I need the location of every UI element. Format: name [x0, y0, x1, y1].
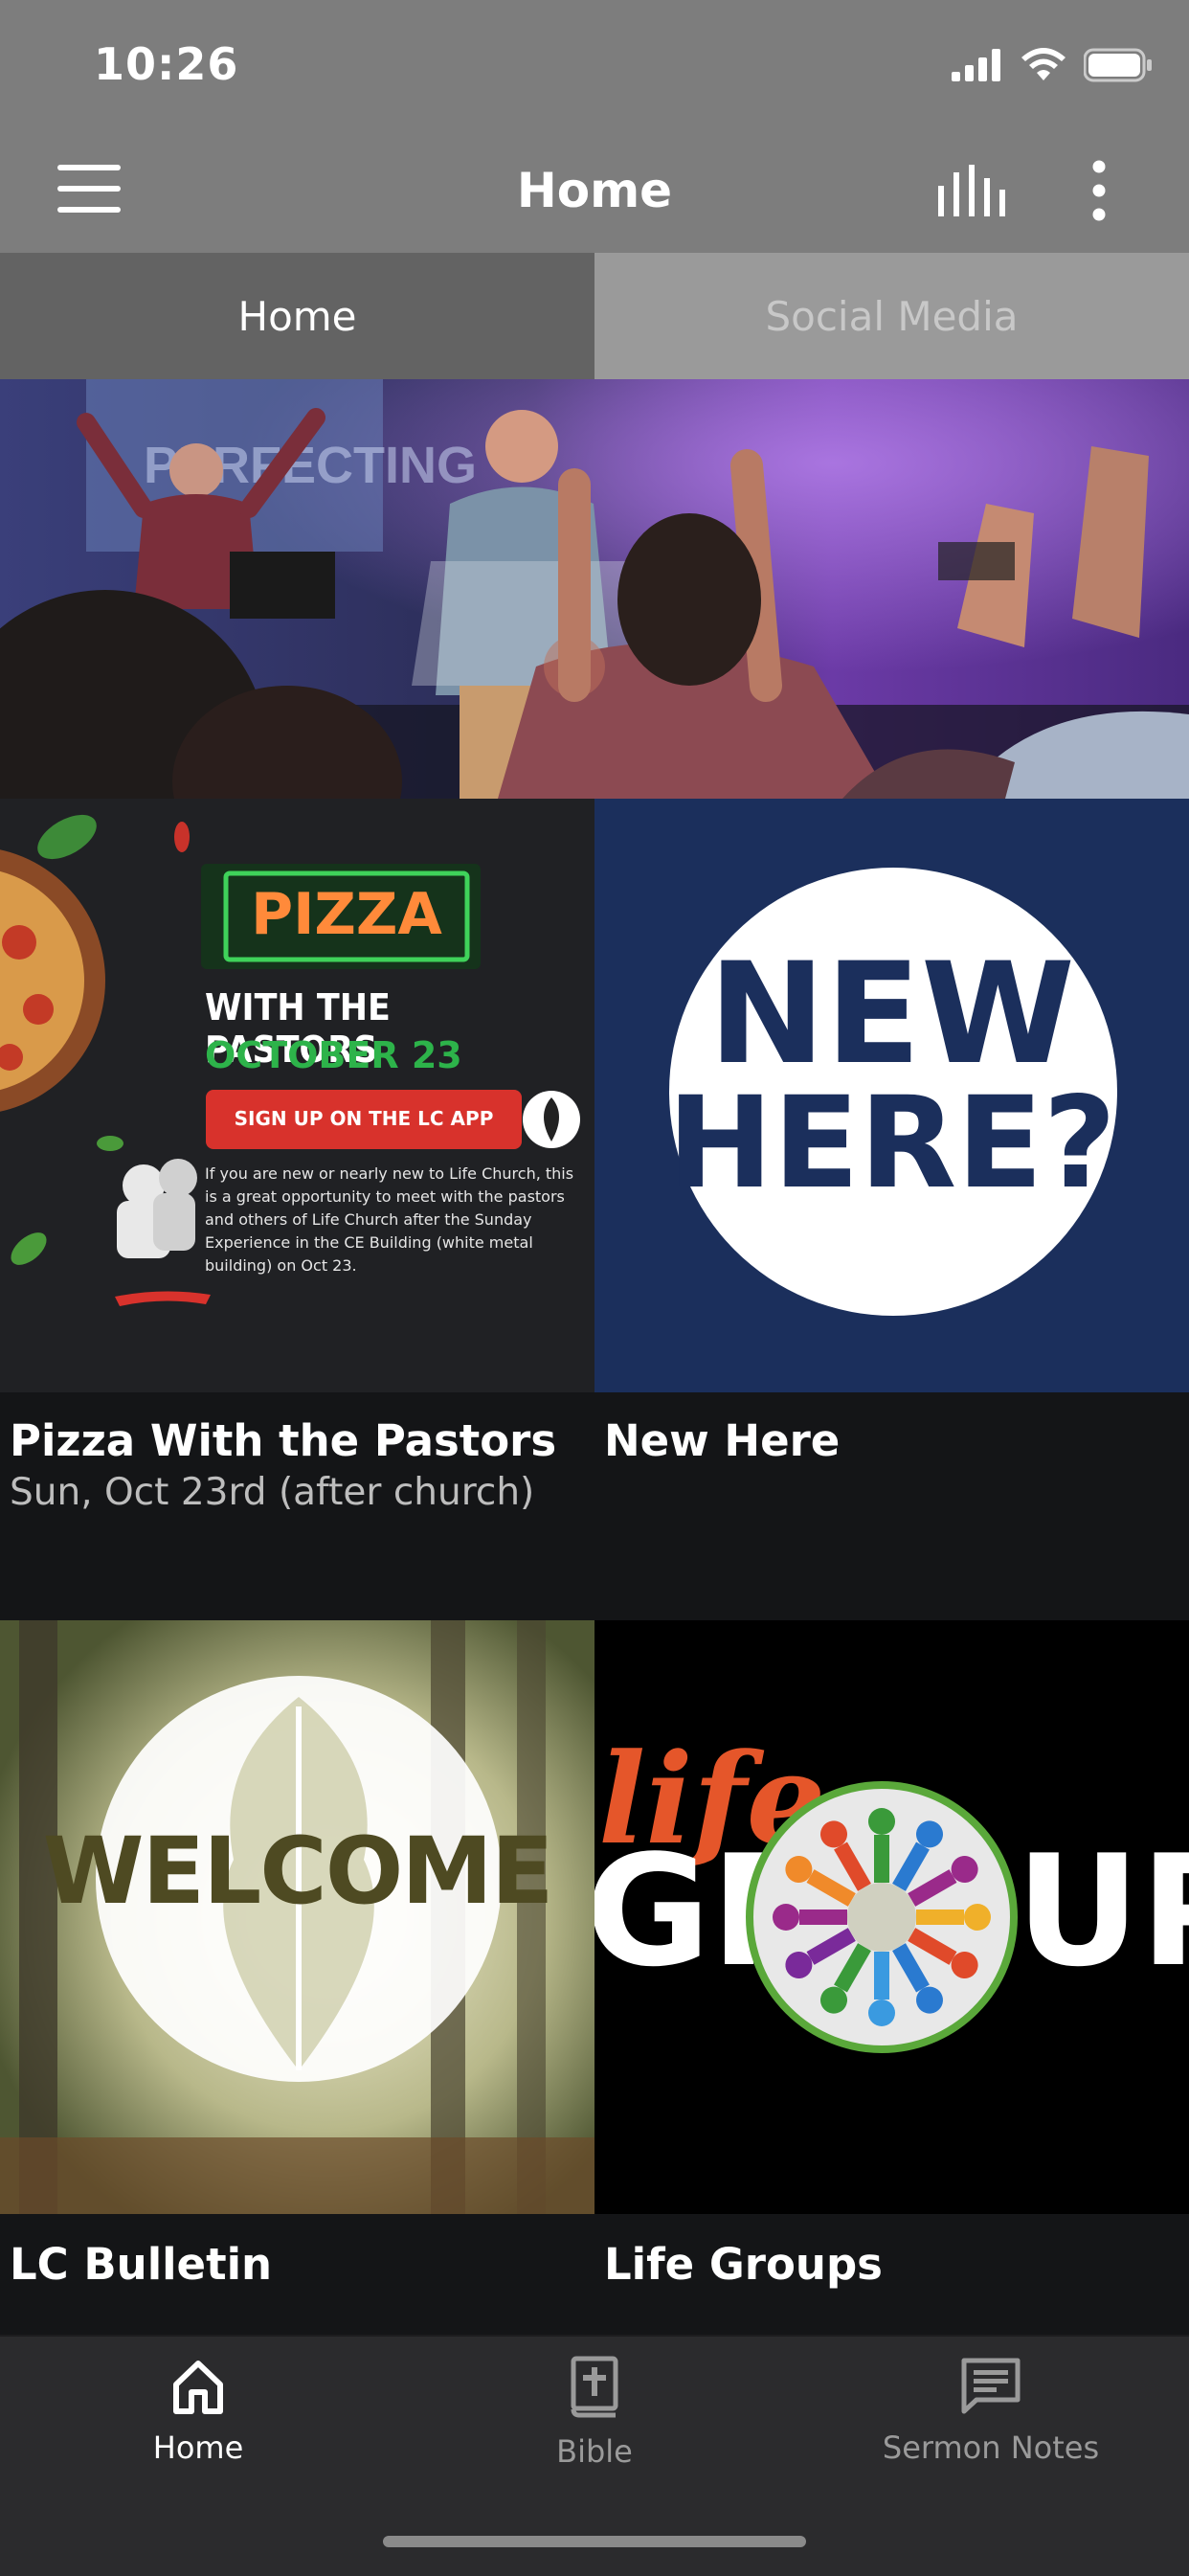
- home-icon: [173, 2361, 223, 2414]
- home-indicator[interactable]: [383, 2536, 806, 2547]
- battery-icon: [1084, 48, 1152, 82]
- new-here-image: NEW HERE?: [594, 799, 1189, 1392]
- more-options-icon[interactable]: [1082, 159, 1116, 222]
- pizza-with-pastors-card[interactable]: PIZZA WITH THE PASTORS OCTOBER 23 SIGN U…: [0, 799, 594, 1620]
- new-here-card[interactable]: NEW HERE? New Here: [594, 799, 1189, 1620]
- new-here-line2: HERE?: [666, 1070, 1117, 1217]
- worship-scene-illustration: PERFECTING: [0, 379, 1189, 799]
- status-icons: [952, 48, 1153, 82]
- status-time: 10:26: [94, 38, 239, 90]
- pizza-body-text: If you are new or nearly new to Life Chu…: [205, 1164, 574, 1275]
- lc-bulletin-title: LC Bulletin: [10, 2239, 273, 2290]
- group-text-right: UP: [1016, 1821, 1189, 2000]
- audio-bars-icon[interactable]: [936, 165, 1005, 216]
- hero-worship-image[interactable]: PERFECTING: [0, 379, 1189, 799]
- bottom-nav-home-label: Home: [152, 2429, 244, 2466]
- pizza-date: OCTOBER 23: [205, 1034, 462, 1076]
- tab-bar: Home Social Media: [0, 253, 1189, 379]
- bible-icon: [571, 2356, 618, 2418]
- pizza-subtitle: Sun, Oct 23rd (after church): [10, 1471, 535, 1514]
- notes-icon: [961, 2358, 1021, 2414]
- top-app-bar: Home: [0, 126, 1189, 253]
- life-groups-image: life GR UP: [594, 1620, 1189, 2214]
- pizza-signup-text: SIGN UP ON THE LC APP: [234, 1107, 494, 1130]
- pizza-promo-image: PIZZA WITH THE PASTORS OCTOBER 23 SIGN U…: [0, 799, 594, 1392]
- pizza-sign-text: PIZZA: [251, 881, 442, 948]
- pizza-title: Pizza With the Pastors: [10, 1415, 557, 1466]
- page-title: Home: [516, 163, 673, 218]
- welcome-text: WELCOME: [42, 1818, 554, 1925]
- bottom-nav-sermon-notes-label: Sermon Notes: [882, 2429, 1100, 2466]
- bottom-nav-bible-label: Bible: [556, 2433, 633, 2470]
- bottom-nav-bible[interactable]: Bible: [396, 2356, 793, 2470]
- welcome-image: WELCOME: [0, 1620, 594, 2214]
- wifi-icon: [1021, 48, 1066, 80]
- new-here-line1: NEW: [708, 933, 1075, 1096]
- life-groups-card[interactable]: life GR UP Life Groups: [594, 1620, 1189, 2335]
- cellular-signal-icon: [952, 49, 1000, 81]
- bottom-nav-home[interactable]: Home: [0, 2356, 396, 2466]
- new-here-title: New Here: [604, 1415, 841, 1466]
- tab-home[interactable]: Home: [0, 253, 594, 379]
- group-circle-logo: [746, 1781, 1018, 2053]
- tab-social-media[interactable]: Social Media: [594, 253, 1189, 379]
- lc-bulletin-card[interactable]: WELCOME LC Bulletin: [0, 1620, 594, 2335]
- life-groups-title: Life Groups: [604, 2239, 883, 2290]
- status-bar: 10:26: [0, 0, 1189, 126]
- bottom-nav-sermon-notes[interactable]: Sermon Notes: [793, 2356, 1189, 2466]
